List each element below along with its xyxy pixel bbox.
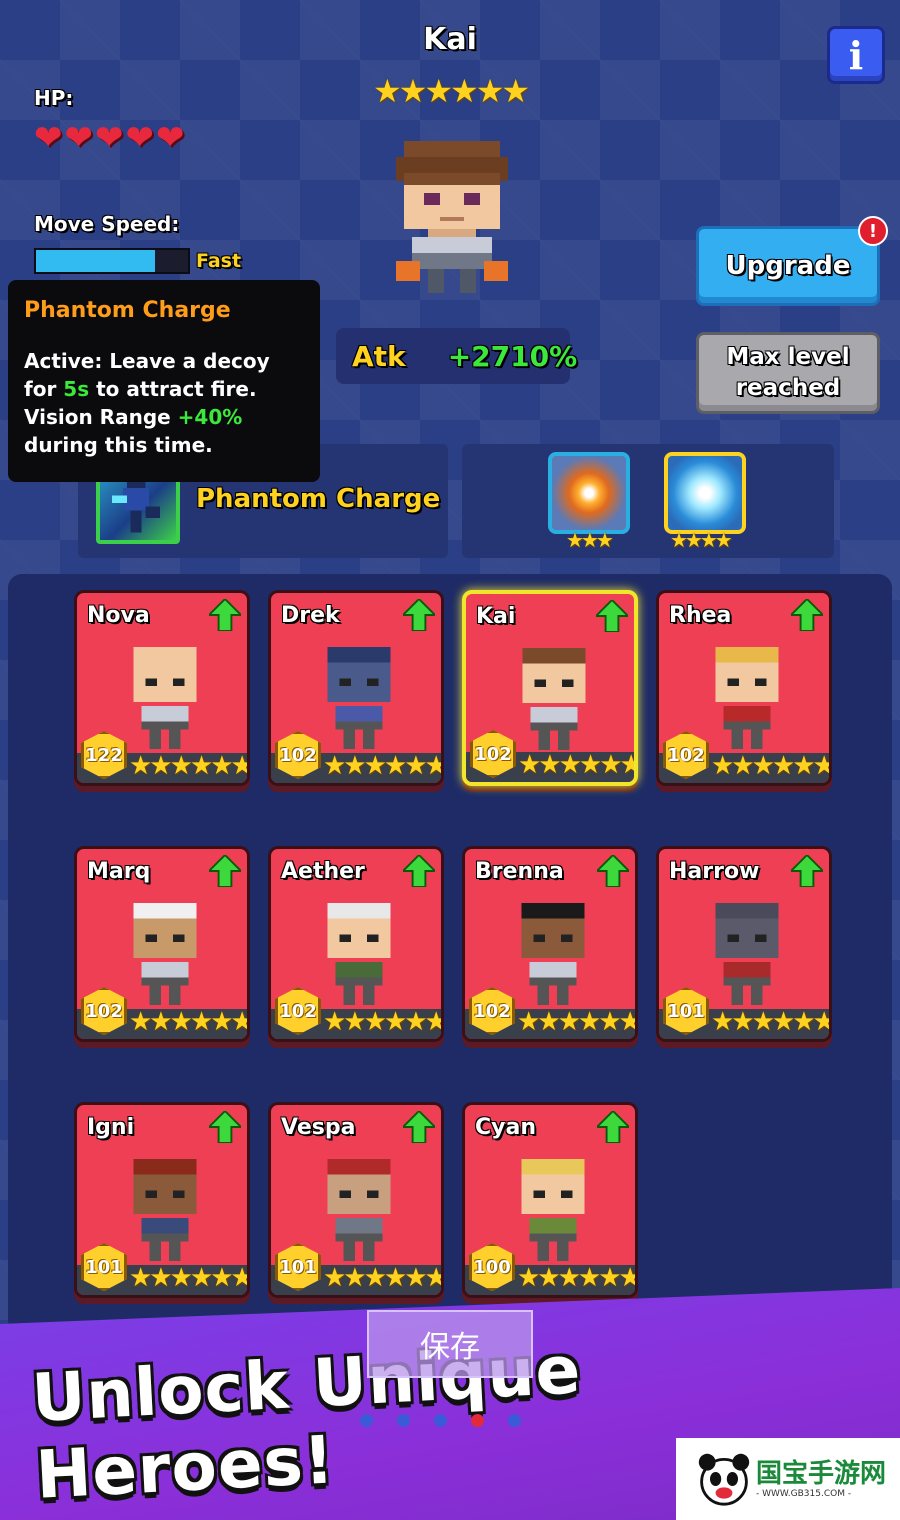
hero-sprite <box>133 646 197 750</box>
hero-name: Kai <box>423 22 477 57</box>
hero-card-name: Igni <box>87 1115 135 1140</box>
hero-card-vespa[interactable]: Vespa 101 ★★★★★★ <box>268 1102 444 1298</box>
move-speed-fill <box>36 250 155 272</box>
panda-logo-icon <box>698 1453 750 1506</box>
hero-sprite <box>521 902 585 1006</box>
hero-card-stars: ★★★★★★ <box>517 1263 638 1293</box>
hero-card-name: Rhea <box>669 603 732 628</box>
attack-value: +2710% <box>447 339 578 373</box>
upgrade-arrow-icon <box>597 855 629 887</box>
hero-card-brenna[interactable]: Brenna 102 ★★★★★★ <box>462 846 638 1042</box>
hero-card-stars: ★★★★★★ <box>323 1007 444 1037</box>
hero-card-name: Drek <box>281 603 340 628</box>
hero-card-nova[interactable]: Nova 122 ★★★★★★ <box>74 590 250 786</box>
watermark-text: 国宝手游网 - WWW.GB315.COM - <box>756 1459 887 1499</box>
hero-sprite <box>327 646 391 750</box>
hero-card-drek[interactable]: Drek 102 ★★★★★★ <box>268 590 444 786</box>
upgrade-arrow-icon <box>597 1111 629 1143</box>
hero-card-kai[interactable]: Kai 102 ★★★★★★ <box>462 590 638 786</box>
move-speed-label: Move Speed: <box>34 212 180 236</box>
upgrade-arrow-icon <box>209 1111 241 1143</box>
attack-stat-panel: Atk +2710% <box>336 328 577 384</box>
gear-1-stars: ★★★ <box>566 528 614 552</box>
hero-sprite <box>522 647 586 751</box>
tooltip-line-3: Vision Range +40% <box>24 405 243 429</box>
hero-card-stars: ★★★★★★ <box>323 1263 444 1293</box>
tooltip-line-1: Active: Leave a decoy <box>24 349 270 373</box>
upgrade-arrow-icon <box>403 1111 435 1143</box>
hero-card-rhea[interactable]: Rhea 102 ★★★★★★ <box>656 590 832 786</box>
hero-sprite <box>715 902 779 1006</box>
hp-label: HP: <box>34 86 74 110</box>
hero-sprite <box>133 902 197 1006</box>
page-dot[interactable] <box>397 1414 410 1427</box>
page-dot[interactable] <box>360 1414 373 1427</box>
info-icon: i <box>848 32 864 78</box>
info-button[interactable]: i <box>827 26 885 84</box>
hero-sprite <box>715 646 779 750</box>
move-speed-value: Fast <box>196 250 242 272</box>
hero-card-stars: ★★★★★★ <box>711 1007 832 1037</box>
hero-card-name: Marq <box>87 859 151 884</box>
hero-sprite <box>133 1158 197 1262</box>
hero-card-marq[interactable]: Marq 102 ★★★★★★ <box>74 846 250 1042</box>
attack-label: Atk <box>352 339 406 373</box>
hero-card-stars: ★★★★★★ <box>129 751 250 781</box>
hero-card-harrow[interactable]: Harrow 101 ★★★★★★ <box>656 846 832 1042</box>
upgrade-arrow-icon <box>209 599 241 631</box>
fire-burst-icon[interactable] <box>548 452 630 534</box>
upgrade-arrow-icon <box>791 855 823 887</box>
save-button[interactable]: 保存 <box>367 1310 533 1378</box>
upgrade-arrow-icon <box>596 600 628 632</box>
hero-card-name: Kai <box>476 604 516 629</box>
hero-star-rating: ★★★★★★ <box>372 72 530 110</box>
ice-burst-icon[interactable] <box>664 452 746 534</box>
site-watermark: 国宝手游网 - WWW.GB315.COM - <box>676 1438 900 1520</box>
hero-card-name: Brenna <box>475 859 564 884</box>
skill-tooltip: Phantom Charge Active: Leave a decoy for… <box>8 280 320 482</box>
hero-card-stars: ★★★★★★ <box>711 751 832 781</box>
hero-sprite <box>327 902 391 1006</box>
hero-card-cyan[interactable]: Cyan 100 ★★★★★★ <box>462 1102 638 1298</box>
page-indicator <box>360 1414 521 1427</box>
page-dot[interactable] <box>434 1414 447 1427</box>
hero-card-name: Aether <box>281 859 365 884</box>
tooltip-line-2: for 5s to attract fire. <box>24 377 257 401</box>
hero-card-stars: ★★★★★★ <box>323 751 444 781</box>
upgrade-button[interactable]: Upgrade <box>696 226 880 306</box>
tooltip-body: Active: Leave a decoy for 5s to attract … <box>24 347 304 459</box>
hero-card-name: Harrow <box>669 859 760 884</box>
upgrade-arrow-icon <box>403 599 435 631</box>
tooltip-line-4: during this time. <box>24 433 213 457</box>
hero-card-name: Cyan <box>475 1115 536 1140</box>
hp-hearts: ❤❤❤❤❤ <box>34 118 187 158</box>
hero-screen: { "hero": { "name": "Kai", "stars": "★★★… <box>0 0 900 1520</box>
hero-card-name: Vespa <box>281 1115 356 1140</box>
page-dot-active[interactable] <box>471 1414 484 1427</box>
upgrade-alert-badge: ! <box>858 216 888 246</box>
gear-panel <box>462 444 834 558</box>
hero-card-igni[interactable]: Igni 101 ★★★★★★ <box>74 1102 250 1298</box>
move-speed-bar <box>34 248 190 274</box>
hero-portrait <box>396 141 508 293</box>
tooltip-title: Phantom Charge <box>24 298 231 323</box>
hero-sprite <box>521 1158 585 1262</box>
hero-card-stars: ★★★★★★ <box>129 1007 250 1037</box>
hero-card-name: Nova <box>87 603 150 628</box>
hero-card-stars: ★★★★★★ <box>518 750 638 780</box>
hero-card-aether[interactable]: Aether 102 ★★★★★★ <box>268 846 444 1042</box>
page-dot[interactable] <box>508 1414 521 1427</box>
gear-2-stars: ★★★★ <box>670 528 733 552</box>
upgrade-arrow-icon <box>403 855 435 887</box>
hero-card-stars: ★★★★★★ <box>517 1007 638 1037</box>
skill-name: Phantom Charge <box>196 484 441 514</box>
hero-card-stars: ★★★★★★ <box>129 1263 250 1293</box>
max-level-button: Max level reached <box>696 332 880 414</box>
upgrade-arrow-icon <box>791 599 823 631</box>
upgrade-arrow-icon <box>209 855 241 887</box>
hero-sprite <box>327 1158 391 1262</box>
